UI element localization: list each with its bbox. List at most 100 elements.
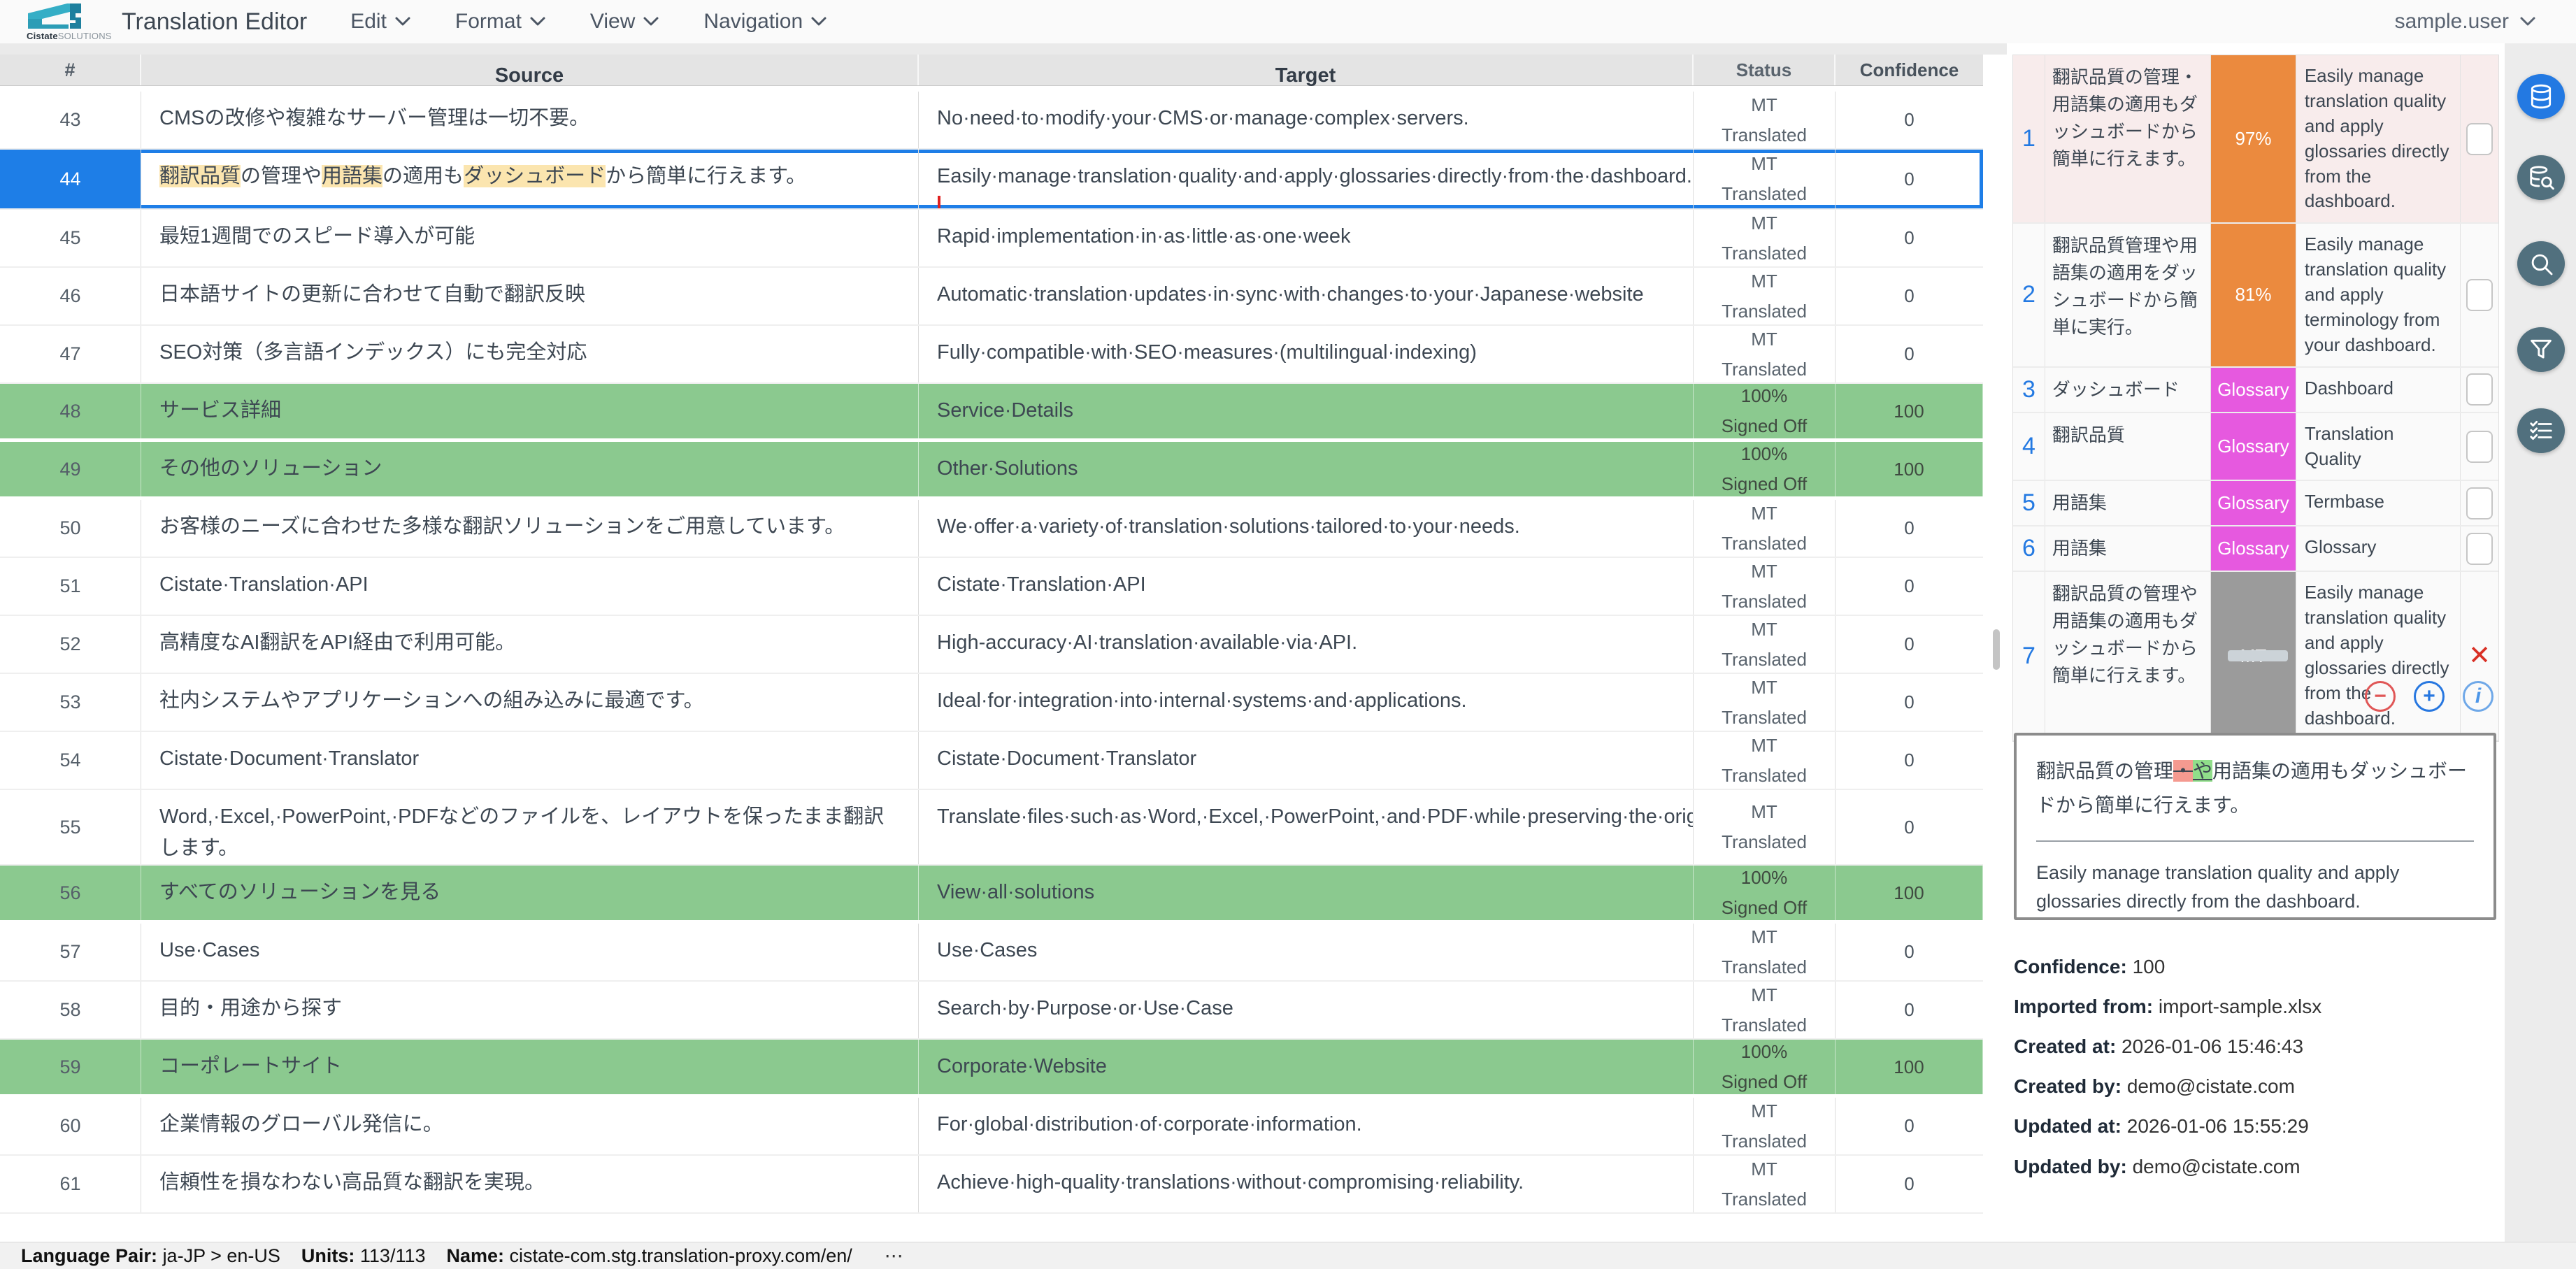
translation-memory-database-button[interactable] <box>2517 74 2565 119</box>
source-text: から簡単に行えます。 <box>606 165 806 187</box>
target-cell[interactable]: Fully·compatible·with·SEO·measures·(mult… <box>919 326 1694 382</box>
table-row[interactable]: 46日本語サイトの更新に合わせて自動で翻訳反映Automatic·transla… <box>0 268 1983 326</box>
source-cell[interactable]: Cistate·Translation·API <box>141 558 919 615</box>
target-cell[interactable]: Corporate·Website <box>919 1040 1694 1094</box>
target-text: Cistate·Document·Translator <box>937 747 1196 770</box>
table-row[interactable]: 45最短1週間でのスピード導入が可能Rapid·implementation·i… <box>0 210 1983 268</box>
table-row[interactable]: 54Cistate·Document·TranslatorCistate·Doc… <box>0 732 1983 790</box>
target-cell[interactable]: Cistate·Document·Translator <box>919 732 1694 789</box>
match-checkbox[interactable] <box>2466 431 2493 463</box>
target-cell[interactable]: High-accuracy·AI·translation·available·v… <box>919 616 1694 673</box>
table-row[interactable]: 48サービス詳細Service·Details100%Signed Off100 <box>0 384 1983 442</box>
source-cell[interactable]: その他のソリューション <box>141 442 919 496</box>
target-cell[interactable]: We·offer·a·variety·of·translation·soluti… <box>919 500 1694 557</box>
panel-scrollbar-thumb[interactable] <box>1993 629 2000 670</box>
chevron-down-icon <box>643 17 659 27</box>
tm-match-row[interactable]: 6用語集GlossaryGlossary <box>2013 526 2498 572</box>
table-row[interactable]: 43CMSの改修や複雑なサーバー管理は一切不要。No·need·to·modif… <box>0 92 1983 150</box>
target-cell[interactable]: Service·Details <box>919 384 1694 438</box>
target-cell[interactable]: For·global·distribution·of·corporate·inf… <box>919 1098 1694 1154</box>
match-checkbox[interactable] <box>2466 373 2493 406</box>
confidence-cell: 0 <box>1836 268 1983 324</box>
match-checkbox[interactable] <box>2466 533 2493 565</box>
table-row[interactable]: 61信頼性を損なわない高品質な翻訳を実現。Achieve·high-qualit… <box>0 1156 1983 1214</box>
target-cell[interactable]: Use·Cases <box>919 924 1694 980</box>
match-checkbox[interactable] <box>2466 279 2493 311</box>
table-row[interactable]: 57Use·CasesUse·CasesMTTranslated0 <box>0 924 1983 982</box>
target-cell[interactable]: Easily·manage·translation·quality·and·ap… <box>919 150 1694 208</box>
target-cell[interactable]: No·need·to·modify·your·CMS·or·manage·com… <box>919 92 1694 148</box>
target-cell[interactable]: Translate·files·such·as·Word,·Excel,·Pow… <box>919 790 1694 864</box>
source-cell[interactable]: 社内システムやアプリケーションへの組み込みに最適です。 <box>141 674 919 731</box>
concordance-search-button[interactable] <box>2517 155 2565 200</box>
source-cell[interactable]: お客様のニーズに合わせた多様な翻訳ソリューションをご用意しています。 <box>141 500 919 557</box>
table-row[interactable]: 47SEO対策（多言語インデックス）にも完全対応Fully·compatible… <box>0 326 1983 384</box>
table-row[interactable]: 58目的・用途から探すSearch·by·Purpose·or·Use·Case… <box>0 982 1983 1040</box>
target-cell[interactable]: View·all·solutions <box>919 866 1694 920</box>
target-cell[interactable]: Automatic·translation·updates·in·sync·wi… <box>919 268 1694 324</box>
match-checkbox[interactable] <box>2466 123 2493 155</box>
source-cell[interactable]: サービス詳細 <box>141 384 919 438</box>
table-row[interactable]: 55Word,·Excel,·PowerPoint,·PDFなどのファイルを、レ… <box>0 790 1983 866</box>
delete-match-icon[interactable]: ✕ <box>2468 643 2491 669</box>
source-text: 目的・用途から探す <box>159 997 342 1019</box>
tm-match-row[interactable]: 5用語集GlossaryTermbase <box>2013 481 2498 526</box>
source-cell[interactable]: CMSの改修や複雑なサーバー管理は一切不要。 <box>141 92 919 148</box>
source-cell[interactable]: Cistate·Document·Translator <box>141 732 919 789</box>
user-menu[interactable]: sample.user <box>2395 0 2535 43</box>
match-index: 3 <box>2013 368 2045 412</box>
source-cell[interactable]: Use·Cases <box>141 924 919 980</box>
source-cell[interactable]: 翻訳品質の管理や用語集の適用もダッシュボードから簡単に行えます。 <box>141 150 919 208</box>
glossary-term-highlight: ダッシュボード <box>464 165 606 187</box>
menu-view[interactable]: View <box>590 10 659 34</box>
tm-match-row[interactable]: 4翻訳品質GlossaryTranslation Quality <box>2013 413 2498 482</box>
source-cell[interactable]: 企業情報のグローバル発信に。 <box>141 1098 919 1154</box>
table-row[interactable]: 49その他のソリューションOther·Solutions100%Signed O… <box>0 442 1983 500</box>
target-cell[interactable]: Search·by·Purpose·or·Use·Case <box>919 982 1694 1038</box>
tool-button-column <box>2505 43 2576 1242</box>
more-ellipsis[interactable]: ⋯ <box>885 1245 905 1267</box>
add-match-button[interactable]: + <box>2414 681 2445 712</box>
remove-match-button[interactable]: − <box>2365 681 2396 712</box>
table-row[interactable]: 56すべてのソリューションを見るView·all·solutions100%Si… <box>0 866 1983 924</box>
cistate-logo: CistateSOLUTIONS <box>27 2 103 41</box>
segment-number: 60 <box>0 1098 141 1154</box>
table-row[interactable]: 60企業情報のグローバル発信に。For·global·distribution·… <box>0 1098 1983 1156</box>
target-cell[interactable]: Achieve·high-quality·translations·withou… <box>919 1156 1694 1212</box>
metadata-label: Updated at: <box>2014 1115 2121 1137</box>
target-cell[interactable]: Cistate·Translation·API <box>919 558 1694 615</box>
tm-match-row[interactable]: 2翻訳品質管理や用語集の適用をダッシュボードから簡単に実行。81%Easily … <box>2013 224 2498 367</box>
target-cell[interactable]: Rapid·implementation·in·as·little·as·one… <box>919 210 1694 266</box>
match-diff-editor[interactable]: 翻訳品質の管理・や用語集の適用もダッシュボードから簡単に行えます。 Easily… <box>2014 733 2496 920</box>
source-cell[interactable]: コーポレートサイト <box>141 1040 919 1094</box>
menu-navigation[interactable]: Navigation <box>703 10 827 34</box>
filter-button[interactable] <box>2517 327 2565 372</box>
source-cell[interactable]: 信頼性を損なわない高品質な翻訳を実現。 <box>141 1156 919 1212</box>
source-cell[interactable]: 最短1週間でのスピード導入が可能 <box>141 210 919 266</box>
qa-checklist-button[interactable] <box>2517 408 2565 453</box>
panel-splitter-handle[interactable] <box>2228 650 2288 661</box>
target-cell[interactable]: Ideal·for·integration·into·internal·syst… <box>919 674 1694 731</box>
source-cell[interactable]: Word,·Excel,·PowerPoint,·PDFなどのファイルを、レイア… <box>141 790 919 864</box>
match-checkbox[interactable] <box>2466 487 2493 519</box>
info-button[interactable]: i <box>2463 681 2493 712</box>
tm-match-row[interactable]: 3ダッシュボードGlossaryDashboard <box>2013 368 2498 413</box>
table-row[interactable]: 50お客様のニーズに合わせた多様な翻訳ソリューションをご用意しています。We·o… <box>0 500 1983 558</box>
search-button[interactable] <box>2517 241 2565 286</box>
source-text: 日本語サイトの更新に合わせて自動で翻訳反映 <box>159 283 585 306</box>
table-row[interactable]: 53社内システムやアプリケーションへの組み込みに最適です。Ideal·for·i… <box>0 674 1983 732</box>
menu-edit[interactable]: Edit <box>350 10 410 34</box>
table-row[interactable]: 59コーポレートサイトCorporate·Website100%Signed O… <box>0 1040 1983 1098</box>
table-row[interactable]: 44翻訳品質の管理や用語集の適用もダッシュボードから簡単に行えます。Easily… <box>0 150 1983 210</box>
source-cell[interactable]: 高精度なAI翻訳をAPI経由で利用可能。 <box>141 616 919 673</box>
tm-match-row[interactable]: 1翻訳品質の管理・用語集の適用もダッシュボードから簡単に行えます。97%Easi… <box>2013 55 2498 224</box>
source-cell[interactable]: SEO対策（多言語インデックス）にも完全対応 <box>141 326 919 382</box>
source-cell[interactable]: 目的・用途から探す <box>141 982 919 1038</box>
menu-format[interactable]: Format <box>455 10 545 34</box>
table-row[interactable]: 52高精度なAI翻訳をAPI経由で利用可能。High-accuracy·AI·t… <box>0 616 1983 674</box>
source-cell[interactable]: 日本語サイトの更新に合わせて自動で翻訳反映 <box>141 268 919 324</box>
target-cell[interactable]: Other·Solutions <box>919 442 1694 496</box>
source-cell[interactable]: すべてのソリューションを見る <box>141 866 919 920</box>
table-row[interactable]: 51Cistate·Translation·APICistate·Transla… <box>0 558 1983 616</box>
status-cell: MTTranslated <box>1694 616 1836 673</box>
